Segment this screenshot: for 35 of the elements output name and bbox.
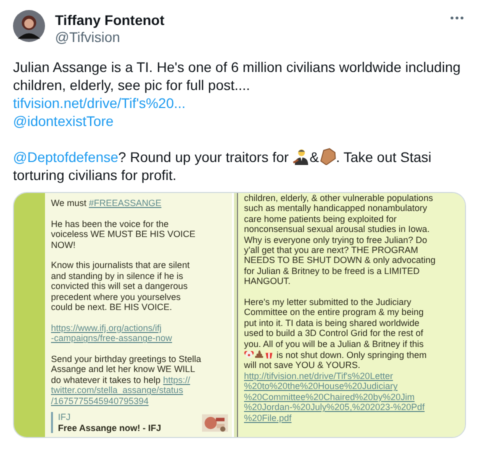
link[interactable]: %20to%20the%20House%20Judiciary	[244, 381, 398, 392]
message-text: Send your birthday greetings to Stella Assange and let her know WE WILL do whatever it takes to help https:// twitter.com/stella_assange/status /1675775545940795394	[51, 354, 202, 406]
poop-icon	[254, 349, 264, 360]
link[interactable]: %20File.pdf	[244, 412, 292, 423]
mention-link[interactable]: @idontexistTore	[13, 113, 114, 129]
tweet-text: @Deptofdefense? Round up your traitors for & . Take out Stasi torturing civilians for profit.	[13, 148, 432, 184]
coffin-icon	[318, 148, 336, 165]
more-icon[interactable]	[450, 16, 464, 20]
message-text: We must #FREEASSANGE	[51, 198, 162, 208]
link[interactable]: /1675775545940795394	[51, 396, 149, 406]
mention-link[interactable]: @Deptofdefense	[13, 149, 118, 165]
link[interactable]: http://tifvision.net/drive/Tif's%20Letter	[244, 370, 393, 381]
person-icon	[292, 148, 310, 165]
link[interactable]: %20Committee%20Chaired%20by%20Jim	[244, 392, 415, 402]
avatar[interactable]	[13, 10, 45, 42]
author-name[interactable]: Tiffany Fontenot	[55, 12, 164, 29]
message-text: He has been the voice for the voiceless WE MUST BE HIS VOICE NOW!	[51, 218, 196, 250]
popcorn-icon	[264, 349, 274, 360]
link[interactable]: -campaigns/free-assange-now	[51, 333, 172, 344]
preview-title: Free Assange now! - IFJ	[58, 422, 162, 434]
author-handle[interactable]: @Tifvision	[55, 29, 120, 46]
link[interactable]: tifvision.net/drive/Tif's%20...	[13, 95, 186, 111]
clown-icon	[244, 349, 254, 360]
message-text: Here's my letter submitted to the Judiciary Committee on the entire program & my being put into it. TI data is being shared worldwide used to build a 3D Control Grid for the rest of you. All of you will be a Julian & Britney if this is not shut down. Only springing them will not save YOU & YOURS. http://tifvision.net/drive/Tif's%20Letter %20to%20the%20House%20Judiciary %20Committee%20Chaired%20by%20Jim %20Jordan-%20July%205,%202023-%20Pdf %20File.pdf	[244, 297, 428, 423]
link-preview[interactable]: IFJ Free Assange now! - IFJ	[51, 412, 228, 434]
preview-site: IFJ	[58, 412, 72, 423]
link[interactable]: https://www.ifj.org/actions/ifj	[51, 322, 162, 333]
tweet-text: Julian Assange is a TI. He's one of 6 million civilians worldwide including children, elderly, see pic for full post....	[13, 58, 462, 94]
link[interactable]: twitter.com/stella_assange/status	[51, 385, 184, 396]
attached-image[interactable]	[13, 192, 466, 438]
message-text: Know this journalists that are silent and standing by in silence if he is convicted this will set a dangerous precedent where you yourselves could be next. BE HIS VOICE.	[51, 260, 191, 312]
link[interactable]: %20Jordan-%20July%205,%202023-%20Pdf	[244, 402, 425, 412]
link[interactable]: https://	[163, 374, 190, 385]
message-text: children, elderly, & other vulnerable populations such as mentally handicapped nonambulatory care home patients being exploited for nonconsensual sexual arousal studies in Iowa. Why is everyone only trying to free Julian? Do y'all get that you are next? THE PROGRAM NEEDS TO BE SHUT DOWN & only advocating for Julian & Britney to be freed is a LIMITED HANGOUT.	[244, 193, 437, 287]
link[interactable]: #FREEASSANGE	[88, 198, 162, 208]
